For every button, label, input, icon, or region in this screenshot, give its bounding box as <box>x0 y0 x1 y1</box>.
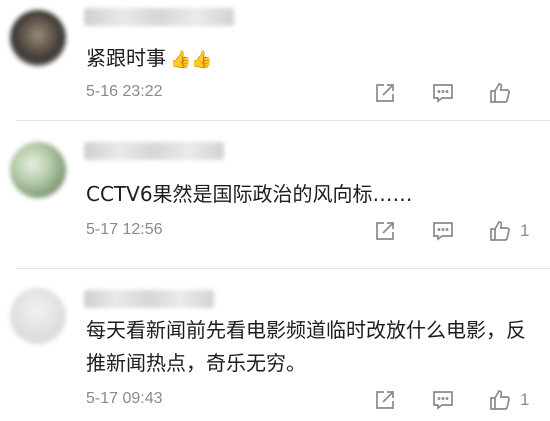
comment-icon <box>433 84 453 103</box>
like-button[interactable] <box>488 78 520 108</box>
share-edit-icon <box>376 222 394 240</box>
avatar[interactable] <box>10 10 66 66</box>
username-blurred[interactable] <box>84 290 214 308</box>
comment-meta: 5-16 23:22 <box>86 78 530 108</box>
comment-meta: 5-17 12:56 1 <box>86 216 530 246</box>
reply-button[interactable] <box>431 78 455 108</box>
thumbs-up-icon <box>490 83 510 103</box>
avatar[interactable] <box>10 288 66 344</box>
like-count: 1 <box>520 221 530 240</box>
username-blurred[interactable] <box>84 8 234 26</box>
like-button[interactable]: 1 <box>488 216 529 246</box>
like-count: 1 <box>520 390 530 409</box>
comment-icon <box>433 391 453 410</box>
comment-meta: 5-17 09:43 1 <box>86 385 530 415</box>
comment-text: CCTV6果然是国际政治的风向标…… <box>86 182 413 206</box>
comment-icon <box>433 222 453 241</box>
comment-text-content: 紧跟时事 <box>86 46 166 70</box>
comment-timestamp: 5-17 09:43 <box>86 390 163 407</box>
share-button[interactable] <box>373 78 397 108</box>
comment-text: 紧跟时事 👍👍 <box>86 42 530 77</box>
comment-item: 紧跟时事 👍👍 5-16 23:22 <box>0 0 550 120</box>
thumbs-up-icon <box>490 390 510 410</box>
thumbs-up-emoji: 👍👍 <box>170 50 213 70</box>
divider <box>16 268 550 269</box>
share-button[interactable] <box>373 216 397 246</box>
username-blurred[interactable] <box>84 142 224 160</box>
reply-button[interactable] <box>431 216 455 246</box>
divider <box>16 120 550 121</box>
comment-timestamp: 5-16 23:22 <box>86 83 163 100</box>
share-edit-icon <box>376 391 394 409</box>
reply-button[interactable] <box>431 385 455 415</box>
comment-text: 每天看新闻前先看电影频道临时改放什么电影，反推新闻热点，奇乐无穷。 <box>86 318 526 375</box>
avatar[interactable] <box>10 142 66 198</box>
comment-item: 每天看新闻前先看电影频道临时改放什么电影，反推新闻热点，奇乐无穷。 5-17 0… <box>0 268 550 421</box>
thumbs-up-icon <box>490 221 510 241</box>
share-button[interactable] <box>373 385 397 415</box>
comment-item: CCTV6果然是国际政治的风向标…… 5-17 12:56 1 <box>0 120 550 268</box>
comment-timestamp: 5-17 12:56 <box>86 221 163 238</box>
like-button[interactable]: 1 <box>488 385 529 415</box>
share-edit-icon <box>376 84 394 102</box>
